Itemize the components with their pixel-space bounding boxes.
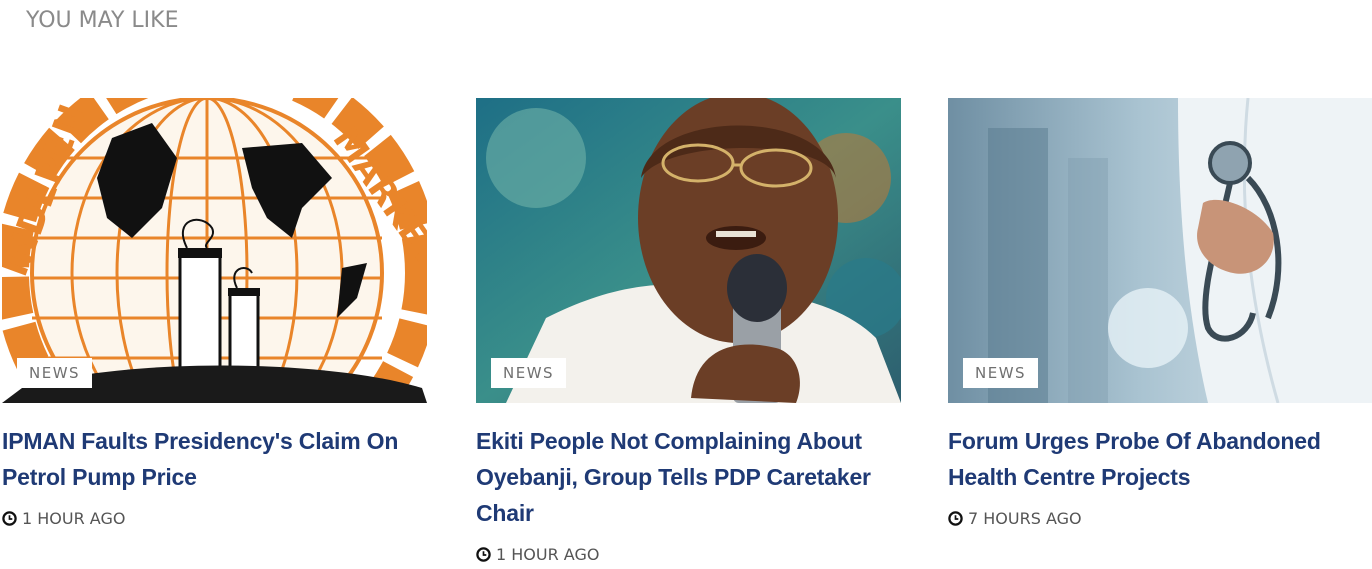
article-card: NEWS Forum Urges Probe Of Abandoned Heal… <box>948 98 1372 528</box>
clock-icon <box>948 511 963 526</box>
article-headline-link[interactable]: Forum Urges Probe Of Abandoned Health Ce… <box>948 423 1372 495</box>
section-title: YOU MAY LIKE <box>26 8 179 33</box>
article-time: 1 HOUR AGO <box>22 509 126 528</box>
article-card: NEWS Ekiti People Not Complaining About … <box>476 98 901 564</box>
article-thumbnail[interactable]: NEWS <box>476 98 901 403</box>
article-meta: 1 HOUR AGO <box>476 545 901 564</box>
article-thumbnail[interactable]: INDEPEN MARKETERS NEWS <box>2 98 427 403</box>
article-time: 7 HOURS AGO <box>968 509 1082 528</box>
article-meta: 7 HOURS AGO <box>948 509 1372 528</box>
article-time: 1 HOUR AGO <box>496 545 600 564</box>
clock-icon <box>2 511 17 526</box>
category-badge[interactable]: NEWS <box>17 358 93 388</box>
clock-icon <box>476 547 491 562</box>
category-badge[interactable]: NEWS <box>963 358 1039 388</box>
article-headline-link[interactable]: IPMAN Faults Presidency's Claim On Petro… <box>2 423 427 495</box>
category-badge[interactable]: NEWS <box>491 358 567 388</box>
article-meta: 1 HOUR AGO <box>2 509 427 528</box>
article-thumbnail[interactable]: NEWS <box>948 98 1372 403</box>
article-headline-link[interactable]: Ekiti People Not Complaining About Oyeba… <box>476 423 901 531</box>
article-card: INDEPEN MARKETERS NEWS IPMAN Faults Pres… <box>2 98 427 528</box>
